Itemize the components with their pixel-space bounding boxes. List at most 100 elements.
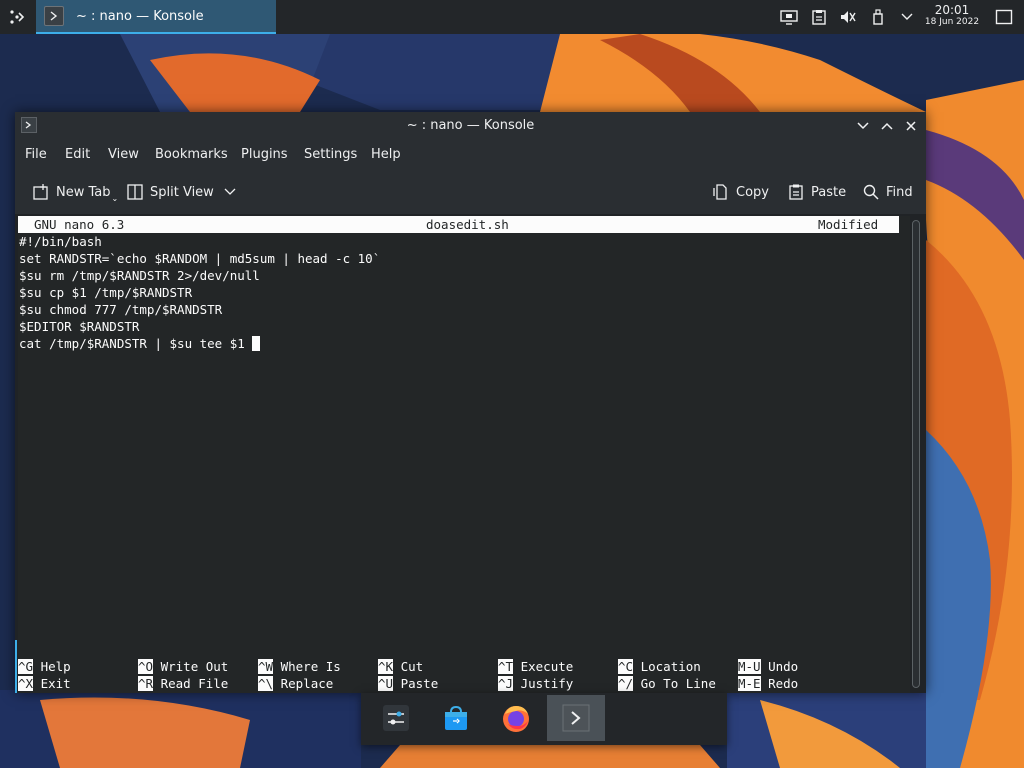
main-toolbar: New Tab ⌄ Split View Copy Paste Find: [15, 170, 926, 214]
dock-system-settings[interactable]: [367, 695, 425, 741]
paste-label: Paste: [811, 184, 847, 200]
find-button[interactable]: Find: [862, 180, 913, 204]
shortcut-key: ^T: [498, 659, 514, 674]
paste-button[interactable]: Paste: [787, 180, 846, 204]
bottom-dock: [361, 693, 727, 745]
paste-icon: [787, 183, 805, 201]
shortcut-label: Go To Line: [640, 676, 716, 691]
usb-device-tray-icon[interactable]: [867, 0, 889, 34]
dock-konsole[interactable]: [547, 695, 605, 741]
code-line: $su chmod 777 /tmp/$RANDSTR: [19, 302, 223, 317]
clipboard-tray-icon[interactable]: [808, 0, 830, 34]
taskbar-item-label: ~ : nano — Konsole: [76, 8, 204, 24]
shortcut-key: ^W: [258, 659, 274, 674]
chevron-down-icon: [857, 122, 869, 130]
nano-version: GNU nano 6.3: [34, 217, 125, 232]
shortcut-write-out[interactable]: ^O Write Out: [138, 658, 228, 675]
application-launcher[interactable]: [4, 4, 30, 30]
digital-clock[interactable]: 20:01 18 Jun 2022: [918, 4, 986, 28]
new-tab-label: New Tab: [56, 184, 111, 200]
shortcut-replace[interactable]: ^\ Replace: [258, 675, 333, 692]
menu-file[interactable]: File: [25, 140, 47, 170]
shortcut-label: Write Out: [160, 659, 229, 674]
maximize-button[interactable]: [879, 118, 895, 134]
menu-settings[interactable]: Settings: [304, 140, 357, 170]
menu-plugins[interactable]: Plugins: [241, 140, 288, 170]
dock-discover[interactable]: [427, 695, 485, 741]
menu-edit[interactable]: Edit: [65, 140, 90, 170]
nano-modified-status: Modified: [818, 217, 879, 232]
terminal-view[interactable]: GNU nano 6.3 doasedit.sh Modified #!/bin…: [18, 216, 910, 693]
code-line: $su rm /tmp/$RANDSTR 2>/dev/null: [19, 268, 260, 283]
shortcut-key: ^O: [138, 659, 154, 674]
shortcut-label: Paste: [400, 676, 439, 691]
search-icon: [862, 183, 880, 201]
shortcut-cut[interactable]: ^K Cut: [378, 658, 423, 675]
konsole-icon: [562, 704, 590, 732]
volume-muted-tray-icon[interactable]: [837, 0, 859, 34]
konsole-task-icon: [44, 6, 64, 26]
copy-icon: [712, 183, 730, 201]
shortcut-redo[interactable]: M-E Redo: [738, 675, 798, 692]
menu-help[interactable]: Help: [371, 140, 401, 170]
shortcut-label: Replace: [280, 676, 334, 691]
shortcut-label: Redo: [768, 676, 799, 691]
code-line: #!/bin/bash: [19, 234, 102, 249]
shortcut-label: Cut: [400, 659, 424, 674]
shortcut-key: ^G: [18, 659, 34, 674]
close-icon: [906, 121, 916, 131]
shortcut-location[interactable]: ^C Location: [618, 658, 701, 675]
menu-view[interactable]: View: [108, 140, 139, 170]
text-cursor: [252, 336, 261, 351]
window-titlebar[interactable]: ~ : nano — Konsole: [15, 112, 926, 140]
find-label: Find: [886, 184, 913, 200]
clock-date: 18 Jun 2022: [924, 17, 980, 27]
code-line: $su cp $1 /tmp/$RANDSTR: [19, 285, 193, 300]
new-tab-dropdown-icon: ⌄: [111, 193, 119, 203]
new-tab-button[interactable]: New Tab ⌄: [32, 180, 118, 204]
shortcut-paste[interactable]: ^U Paste: [378, 675, 438, 692]
terminal-scrollbar[interactable]: [912, 220, 920, 688]
shortcut-exit[interactable]: ^X Exit: [18, 675, 71, 692]
shortcut-key: ^C: [618, 659, 634, 674]
top-panel: ~ : nano — Konsole 20:01 18 Jun 2022: [0, 0, 1024, 34]
menu-bookmarks[interactable]: Bookmarks: [155, 140, 228, 170]
shortcut-label: Exit: [40, 676, 71, 691]
shortcut-where-is[interactable]: ^W Where Is: [258, 658, 341, 675]
shortcut-execute[interactable]: ^T Execute: [498, 658, 573, 675]
shortcut-justify[interactable]: ^J Justify: [498, 675, 573, 692]
copy-label: Copy: [736, 184, 769, 200]
shortcut-key: ^X: [18, 676, 34, 691]
shortcut-key: ^J: [498, 676, 514, 691]
screen-share-tray-icon[interactable]: [778, 0, 800, 34]
taskbar-item-konsole[interactable]: ~ : nano — Konsole: [36, 0, 276, 34]
shortcut-undo[interactable]: M-U Undo: [738, 658, 798, 675]
minimize-button[interactable]: [855, 118, 871, 134]
split-view-chevron-down-icon[interactable]: [224, 185, 236, 200]
shortcut-key: ^\: [258, 676, 274, 691]
dock-firefox[interactable]: [487, 695, 545, 741]
menu-bar: File Edit View Bookmarks Plugins Setting…: [15, 140, 926, 170]
shortcut-label: Read File: [160, 676, 229, 691]
code-line-last: cat /tmp/$RANDSTR | $su tee $1: [19, 335, 261, 352]
show-desktop-icon[interactable]: [992, 0, 1016, 34]
shortcut-go-to-line[interactable]: ^/ Go To Line: [618, 675, 716, 692]
shortcut-label: Justify: [520, 676, 574, 691]
firefox-icon: [503, 706, 529, 732]
shortcut-label: Location: [640, 659, 701, 674]
terminal-focus-indicator: [15, 640, 17, 693]
copy-button[interactable]: Copy: [712, 180, 769, 204]
shortcut-key: ^/: [618, 676, 634, 691]
nano-title-bar: GNU nano 6.3 doasedit.sh Modified: [18, 216, 899, 233]
close-button[interactable]: [903, 118, 919, 134]
shortcut-read-file[interactable]: ^R Read File: [138, 675, 228, 692]
chevron-up-icon: [881, 122, 893, 130]
split-view-button[interactable]: Split View: [126, 180, 236, 204]
shortcut-help[interactable]: ^G Help: [18, 658, 71, 675]
kde-launcher-icon: [10, 10, 25, 24]
code-line: set RANDSTR=`echo $RANDOM | md5sum | hea…: [19, 251, 381, 266]
tray-expand-chevron-icon[interactable]: [896, 0, 918, 34]
shortcut-key: ^K: [378, 659, 394, 674]
shortcut-key: ^U: [378, 676, 394, 691]
nano-filename: doasedit.sh: [426, 217, 509, 232]
